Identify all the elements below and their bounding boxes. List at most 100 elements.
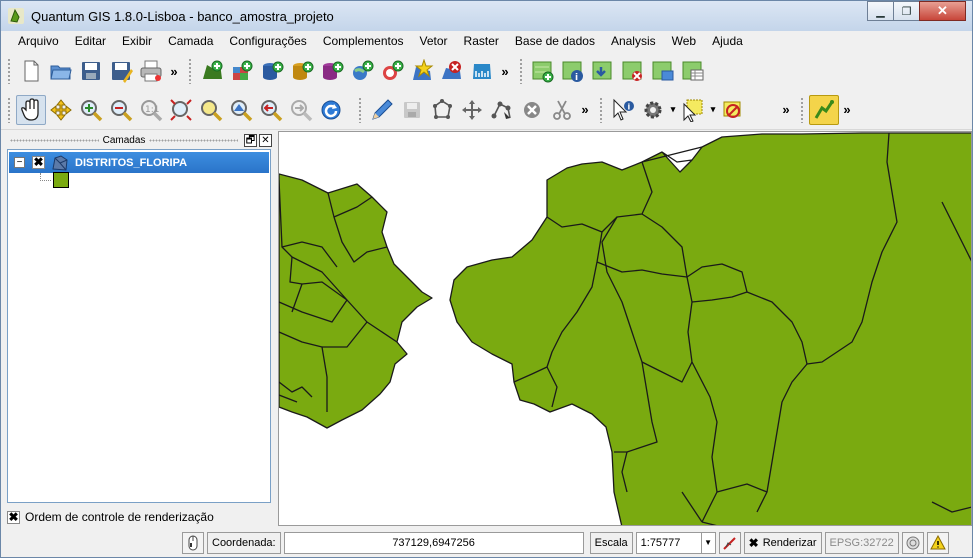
crs-status-button[interactable]: EPSG:32722 [824,531,899,554]
district-polygon [449,132,971,525]
toolbar-more-4[interactable]: » [778,102,794,117]
message-log-button[interactable] [926,531,949,554]
toolbar-more-3[interactable]: » [577,102,593,117]
open-project-button[interactable] [46,56,76,86]
menu-web[interactable]: Web [664,34,704,48]
save-edits-button[interactable] [397,95,427,125]
menu-complementos[interactable]: Complementos [315,34,412,48]
menu-camada[interactable]: Camada [160,34,221,48]
render-checkbox[interactable]: ✖ [749,536,759,550]
zoom-to-layer-button[interactable] [226,95,256,125]
menu-exibir[interactable]: Exibir [114,34,160,48]
select-features-button[interactable] [678,95,708,125]
add-wcs-layer-button[interactable] [377,56,407,86]
plugin-button-5[interactable] [648,56,678,86]
remove-layer-button[interactable] [437,56,467,86]
panel-float-button[interactable]: 🗗 [244,134,257,147]
add-spatialite-layer-button[interactable] [287,56,317,86]
toolbar-grip[interactable] [188,58,193,84]
refresh-button[interactable] [316,95,346,125]
coordinate-field[interactable]: 737129,6947256 [283,531,584,554]
plugin-button-2[interactable]: i [558,56,588,86]
svg-text:1:1: 1:1 [145,105,159,115]
menu-raster[interactable]: Raster [456,34,507,48]
zoom-next-button[interactable] [286,95,316,125]
menu-base-de-dados[interactable]: Base de dados [507,34,603,48]
zoom-to-selection-button[interactable] [196,95,226,125]
close-button[interactable]: ✕ [919,1,966,21]
menu-ajuda[interactable]: Ajuda [704,34,751,48]
layer-symbol-swatch[interactable] [53,172,69,188]
pan-map-button[interactable] [16,94,46,125]
chevron-down-icon[interactable]: ▼ [700,532,715,553]
add-postgis-layer-button[interactable] [257,56,287,86]
panel-grip[interactable] [149,139,238,142]
layers-panel-header: Camadas 🗗 ✕ [6,132,272,149]
menu-vetor[interactable]: Vetor [412,34,456,48]
chevron-down-icon[interactable]: ▾ [708,104,718,115]
plugin-python-button[interactable] [809,94,839,125]
collapse-toggle[interactable]: − [14,157,25,168]
toggle-extents-button[interactable] [182,531,204,554]
identify-features-button[interactable]: i [608,95,638,125]
delete-selected-button[interactable] [517,95,547,125]
toolbar-more-2[interactable]: » [497,64,513,79]
scale-combobox[interactable]: 1:75777 ▼ [635,531,716,554]
cut-features-button[interactable] [547,95,577,125]
save-as-button[interactable] [106,56,136,86]
toolbar-more-1[interactable]: » [166,64,182,79]
plugin-button-1[interactable] [528,56,558,86]
add-feature-button[interactable] [427,95,457,125]
stop-rendering-button[interactable] [718,531,741,554]
render-toggle[interactable]: ✖ Renderizar [743,531,822,554]
toolbar-grip[interactable] [800,96,805,123]
add-vector-layer-button[interactable] [197,56,227,86]
toolbar-grip[interactable] [519,58,524,84]
toolbar-grip[interactable] [599,96,604,123]
toolbar-more-5[interactable]: » [839,102,855,117]
menu-configuracoes[interactable]: Configurações [221,34,314,48]
globe-add-icon [353,60,374,80]
render-order-control[interactable]: ✖ Ordem de controle de renderização [7,510,214,524]
move-feature-button[interactable] [457,95,487,125]
plugin-button-3[interactable] [588,56,618,86]
menu-arquivo[interactable]: Arquivo [10,34,67,48]
zoom-actual-size-button[interactable]: 1:1 [136,95,166,125]
toolbar-grip[interactable] [358,96,363,123]
zoom-last-button[interactable] [256,95,286,125]
save-project-button[interactable] [76,56,106,86]
zoom-out-button[interactable] [106,95,136,125]
menu-analysis[interactable]: Analysis [603,34,664,48]
add-wms-layer-button[interactable] [347,56,377,86]
maximize-button[interactable]: ❐ [893,1,920,21]
coordinate-label: Coordenada: [207,531,281,554]
toolbar-grip[interactable] [7,58,12,84]
print-composer-button[interactable] [136,56,166,86]
zoom-in-button[interactable] [76,95,106,125]
measure-layer-button[interactable] [467,56,497,86]
projection-settings-button[interactable] [901,531,924,554]
toggle-editing-button[interactable] [367,95,397,125]
run-feature-action-button[interactable] [638,95,668,125]
layer-item-distritos[interactable]: − ✖ DISTRITOS_FLORIPA [9,152,269,173]
plugin-button-4[interactable] [618,56,648,86]
map-canvas[interactable] [278,131,972,526]
menu-editar[interactable]: Editar [67,34,114,48]
render-order-checkbox[interactable]: ✖ [7,510,20,524]
new-shapefile-layer-button[interactable] [407,56,437,86]
panel-close-button[interactable]: ✕ [259,134,272,147]
chevron-down-icon[interactable]: ▾ [668,104,678,115]
plugin-button-6[interactable] [678,56,708,86]
toolbar-grip[interactable] [7,96,12,123]
layer-tree[interactable]: − ✖ DISTRITOS_FLORIPA [7,149,271,503]
node-tool-button[interactable] [487,95,517,125]
panel-grip[interactable] [10,139,99,142]
add-raster-layer-button[interactable] [227,56,257,86]
new-project-button[interactable] [16,56,46,86]
add-mssql-layer-button[interactable] [317,56,347,86]
layer-visibility-checkbox[interactable]: ✖ [32,156,45,169]
zoom-full-button[interactable] [166,95,196,125]
minimize-button[interactable]: ▁ [867,1,894,21]
pan-to-selection-button[interactable] [46,95,76,125]
deselect-features-button[interactable] [718,95,748,125]
